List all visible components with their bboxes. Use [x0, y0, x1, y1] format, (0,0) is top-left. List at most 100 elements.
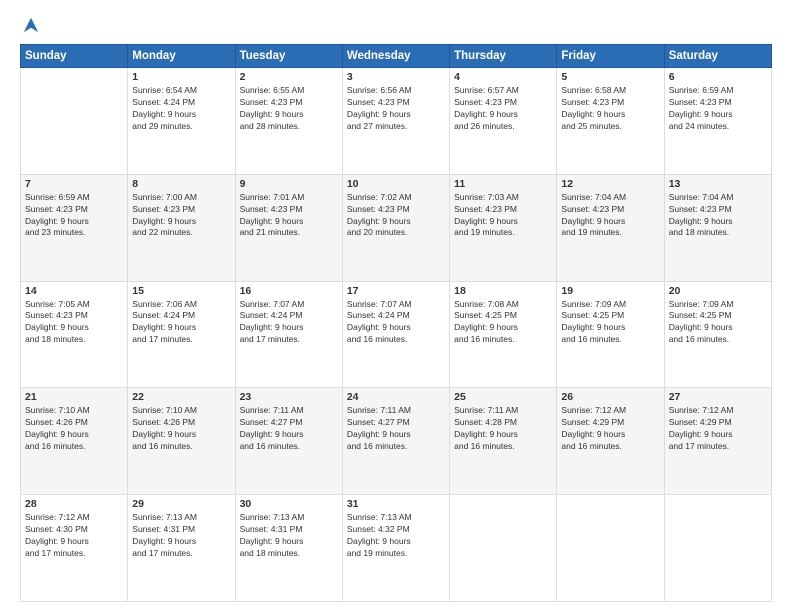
day-number: 2 — [240, 71, 338, 83]
calendar-cell: 17Sunrise: 7:07 AM Sunset: 4:24 PM Dayli… — [342, 281, 449, 388]
calendar-cell: 1 Sunrise: 6:54 AM Sunset: 4:24 PM Daylig… — [128, 68, 235, 175]
day-number: 1 — [132, 71, 230, 83]
day-number: 9 — [240, 178, 338, 190]
day-info: Sunrise: 7:11 AM Sunset: 4:27 PM Dayligh… — [347, 405, 445, 453]
calendar-cell: 5 Sunrise: 6:58 AM Sunset: 4:23 PM Daylig… — [557, 68, 664, 175]
day-number: 30 — [240, 498, 338, 510]
day-number: 19 — [561, 285, 659, 297]
calendar-cell: 28 Sunrise: 7:12 AM Sunset: 4:30 PM Dayli… — [21, 495, 128, 602]
day-info: Sunrise: 7:13 AM Sunset: 4:32 PM Dayligh… — [347, 512, 445, 560]
calendar-cell: 23 Sunrise: 7:11 AM Sunset: 4:27 PM Dayli… — [235, 388, 342, 495]
day-info: Sunrise: 7:09 AM Sunset: 4:25 PM Dayligh… — [669, 299, 767, 347]
day-number: 26 — [561, 391, 659, 403]
day-info: Sunrise: 7:10 AM Sunset: 4:26 PM Dayligh… — [25, 405, 123, 453]
calendar-cell: 2 Sunrise: 6:55 AM Sunset: 4:23 PM Daylig… — [235, 68, 342, 175]
week-row-3: 21 Sunrise: 7:10 AM Sunset: 4:26 PM Dayli… — [21, 388, 772, 495]
calendar-cell: 10 Sunrise: 7:02 AM Sunset: 4:23 PM Dayli… — [342, 174, 449, 281]
day-number: 28 — [25, 498, 123, 510]
weekday-header-friday: Friday — [557, 45, 664, 68]
calendar-cell — [664, 495, 771, 602]
calendar-cell: 13Sunrise: 7:04 AM Sunset: 4:23 PM Dayli… — [664, 174, 771, 281]
calendar-cell: 6Sunrise: 6:59 AM Sunset: 4:23 PM Daylig… — [664, 68, 771, 175]
day-info: Sunrise: 7:07 AM Sunset: 4:24 PM Dayligh… — [240, 299, 338, 347]
day-info: Sunrise: 6:57 AM Sunset: 4:23 PM Dayligh… — [454, 85, 552, 133]
week-row-1: 7 Sunrise: 6:59 AM Sunset: 4:23 PM Daylig… — [21, 174, 772, 281]
day-number: 15 — [132, 285, 230, 297]
calendar-cell: 27Sunrise: 7:12 AM Sunset: 4:29 PM Dayli… — [664, 388, 771, 495]
day-info: Sunrise: 7:11 AM Sunset: 4:28 PM Dayligh… — [454, 405, 552, 453]
day-info: Sunrise: 7:12 AM Sunset: 4:29 PM Dayligh… — [561, 405, 659, 453]
calendar-cell: 22 Sunrise: 7:10 AM Sunset: 4:26 PM Dayli… — [128, 388, 235, 495]
calendar-cell: 30 Sunrise: 7:13 AM Sunset: 4:31 PM Dayli… — [235, 495, 342, 602]
day-info: Sunrise: 7:03 AM Sunset: 4:23 PM Dayligh… — [454, 192, 552, 240]
calendar-cell: 16Sunrise: 7:07 AM Sunset: 4:24 PM Dayli… — [235, 281, 342, 388]
day-info: Sunrise: 7:12 AM Sunset: 4:29 PM Dayligh… — [669, 405, 767, 453]
day-number: 8 — [132, 178, 230, 190]
weekday-header-thursday: Thursday — [450, 45, 557, 68]
calendar-cell: 3 Sunrise: 6:56 AM Sunset: 4:23 PM Daylig… — [342, 68, 449, 175]
calendar-cell: 14 Sunrise: 7:05 AM Sunset: 4:23 PM Dayli… — [21, 281, 128, 388]
day-number: 23 — [240, 391, 338, 403]
calendar-cell: 4 Sunrise: 6:57 AM Sunset: 4:23 PM Daylig… — [450, 68, 557, 175]
day-info: Sunrise: 7:05 AM Sunset: 4:23 PM Dayligh… — [25, 299, 123, 347]
day-number: 5 — [561, 71, 659, 83]
day-info: Sunrise: 6:58 AM Sunset: 4:23 PM Dayligh… — [561, 85, 659, 133]
day-info: Sunrise: 7:07 AM Sunset: 4:24 PM Dayligh… — [347, 299, 445, 347]
calendar-cell: 20 Sunrise: 7:09 AM Sunset: 4:25 PM Dayli… — [664, 281, 771, 388]
day-info: Sunrise: 7:12 AM Sunset: 4:30 PM Dayligh… — [25, 512, 123, 560]
day-info: Sunrise: 7:10 AM Sunset: 4:26 PM Dayligh… — [132, 405, 230, 453]
weekday-header-wednesday: Wednesday — [342, 45, 449, 68]
logo-arrow-icon — [22, 16, 40, 34]
day-info: Sunrise: 7:00 AM Sunset: 4:23 PM Dayligh… — [132, 192, 230, 240]
day-info: Sunrise: 7:13 AM Sunset: 4:31 PM Dayligh… — [132, 512, 230, 560]
day-info: Sunrise: 6:54 AM Sunset: 4:24 PM Dayligh… — [132, 85, 230, 133]
calendar-table: SundayMondayTuesdayWednesdayThursdayFrid… — [20, 44, 772, 602]
day-number: 18 — [454, 285, 552, 297]
day-info: Sunrise: 6:59 AM Sunset: 4:23 PM Dayligh… — [669, 85, 767, 133]
calendar-cell: 25 Sunrise: 7:11 AM Sunset: 4:28 PM Dayli… — [450, 388, 557, 495]
day-number: 24 — [347, 391, 445, 403]
weekday-header-tuesday: Tuesday — [235, 45, 342, 68]
calendar-cell: 18Sunrise: 7:08 AM Sunset: 4:25 PM Dayli… — [450, 281, 557, 388]
calendar-cell: 19Sunrise: 7:09 AM Sunset: 4:25 PM Dayli… — [557, 281, 664, 388]
calendar-cell: 15 Sunrise: 7:06 AM Sunset: 4:24 PM Dayli… — [128, 281, 235, 388]
day-info: Sunrise: 7:02 AM Sunset: 4:23 PM Dayligh… — [347, 192, 445, 240]
weekday-header-saturday: Saturday — [664, 45, 771, 68]
day-number: 20 — [669, 285, 767, 297]
week-row-4: 28 Sunrise: 7:12 AM Sunset: 4:30 PM Dayli… — [21, 495, 772, 602]
day-number: 21 — [25, 391, 123, 403]
calendar-cell — [557, 495, 664, 602]
day-info: Sunrise: 7:01 AM Sunset: 4:23 PM Dayligh… — [240, 192, 338, 240]
day-info: Sunrise: 7:11 AM Sunset: 4:27 PM Dayligh… — [240, 405, 338, 453]
calendar-cell: 29Sunrise: 7:13 AM Sunset: 4:31 PM Dayli… — [128, 495, 235, 602]
day-info: Sunrise: 6:55 AM Sunset: 4:23 PM Dayligh… — [240, 85, 338, 133]
day-number: 14 — [25, 285, 123, 297]
calendar-cell: 8 Sunrise: 7:00 AM Sunset: 4:23 PM Daylig… — [128, 174, 235, 281]
day-number: 7 — [25, 178, 123, 190]
day-info: Sunrise: 7:13 AM Sunset: 4:31 PM Dayligh… — [240, 512, 338, 560]
weekday-header-monday: Monday — [128, 45, 235, 68]
day-info: Sunrise: 6:59 AM Sunset: 4:23 PM Dayligh… — [25, 192, 123, 240]
calendar-body: 1 Sunrise: 6:54 AM Sunset: 4:24 PM Daylig… — [21, 68, 772, 602]
page: SundayMondayTuesdayWednesdayThursdayFrid… — [0, 0, 792, 612]
calendar-cell: 26 Sunrise: 7:12 AM Sunset: 4:29 PM Dayli… — [557, 388, 664, 495]
week-row-2: 14 Sunrise: 7:05 AM Sunset: 4:23 PM Dayli… — [21, 281, 772, 388]
calendar-header: SundayMondayTuesdayWednesdayThursdayFrid… — [21, 45, 772, 68]
day-info: Sunrise: 6:56 AM Sunset: 4:23 PM Dayligh… — [347, 85, 445, 133]
day-number: 11 — [454, 178, 552, 190]
day-number: 3 — [347, 71, 445, 83]
day-number: 4 — [454, 71, 552, 83]
day-info: Sunrise: 7:04 AM Sunset: 4:23 PM Dayligh… — [561, 192, 659, 240]
header — [20, 16, 772, 34]
day-number: 10 — [347, 178, 445, 190]
calendar-cell: 31 Sunrise: 7:13 AM Sunset: 4:32 PM Dayli… — [342, 495, 449, 602]
day-number: 13 — [669, 178, 767, 190]
logo-row — [20, 16, 40, 34]
day-info: Sunrise: 7:06 AM Sunset: 4:24 PM Dayligh… — [132, 299, 230, 347]
day-number: 12 — [561, 178, 659, 190]
day-number: 25 — [454, 391, 552, 403]
day-number: 31 — [347, 498, 445, 510]
day-number: 22 — [132, 391, 230, 403]
logo — [20, 16, 40, 34]
weekday-header-sunday: Sunday — [21, 45, 128, 68]
